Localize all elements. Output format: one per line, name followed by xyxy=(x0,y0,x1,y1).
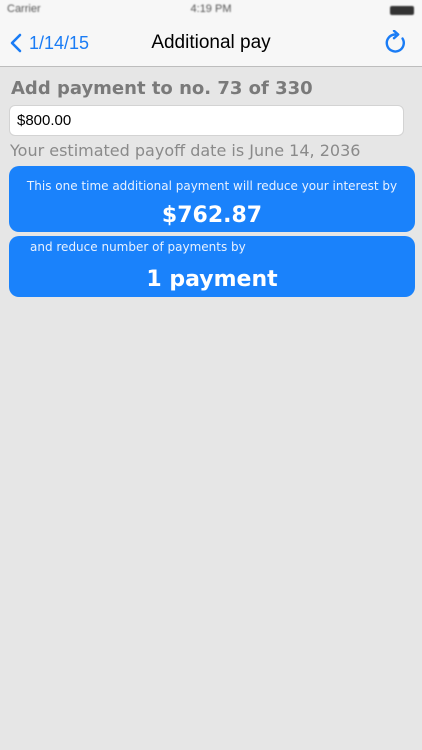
battery-icon xyxy=(390,6,414,15)
payments-caption: and reduce number of payments by xyxy=(30,240,246,254)
status-bar: Carrier 4:19 PM xyxy=(0,0,422,20)
back-button[interactable]: 1/14/15 xyxy=(10,20,89,66)
payment-amount-input[interactable] xyxy=(9,105,404,136)
interest-savings-card: This one time additional payment will re… xyxy=(9,166,415,232)
chevron-left-icon xyxy=(10,33,22,53)
status-time: 4:19 PM xyxy=(190,3,232,15)
interest-caption: This one time additional payment will re… xyxy=(26,179,398,193)
navigation-bar: 1/14/15 Additional pay xyxy=(0,20,422,67)
back-button-label: 1/14/15 xyxy=(29,32,90,53)
payments-reduction-value: 1 payment xyxy=(146,267,278,292)
refresh-button[interactable] xyxy=(382,29,408,56)
payoff-date-text: Your estimated payoff date is June 14, 2… xyxy=(10,141,361,160)
interest-savings-value: $762.87 xyxy=(161,203,263,228)
payments-reduction-card: and reduce number of payments by 1 payme… xyxy=(9,236,415,297)
payment-heading: Add payment to no. 73 of 330 xyxy=(11,78,313,99)
page-title: Additional pay xyxy=(151,32,271,53)
refresh-icon xyxy=(385,29,405,53)
